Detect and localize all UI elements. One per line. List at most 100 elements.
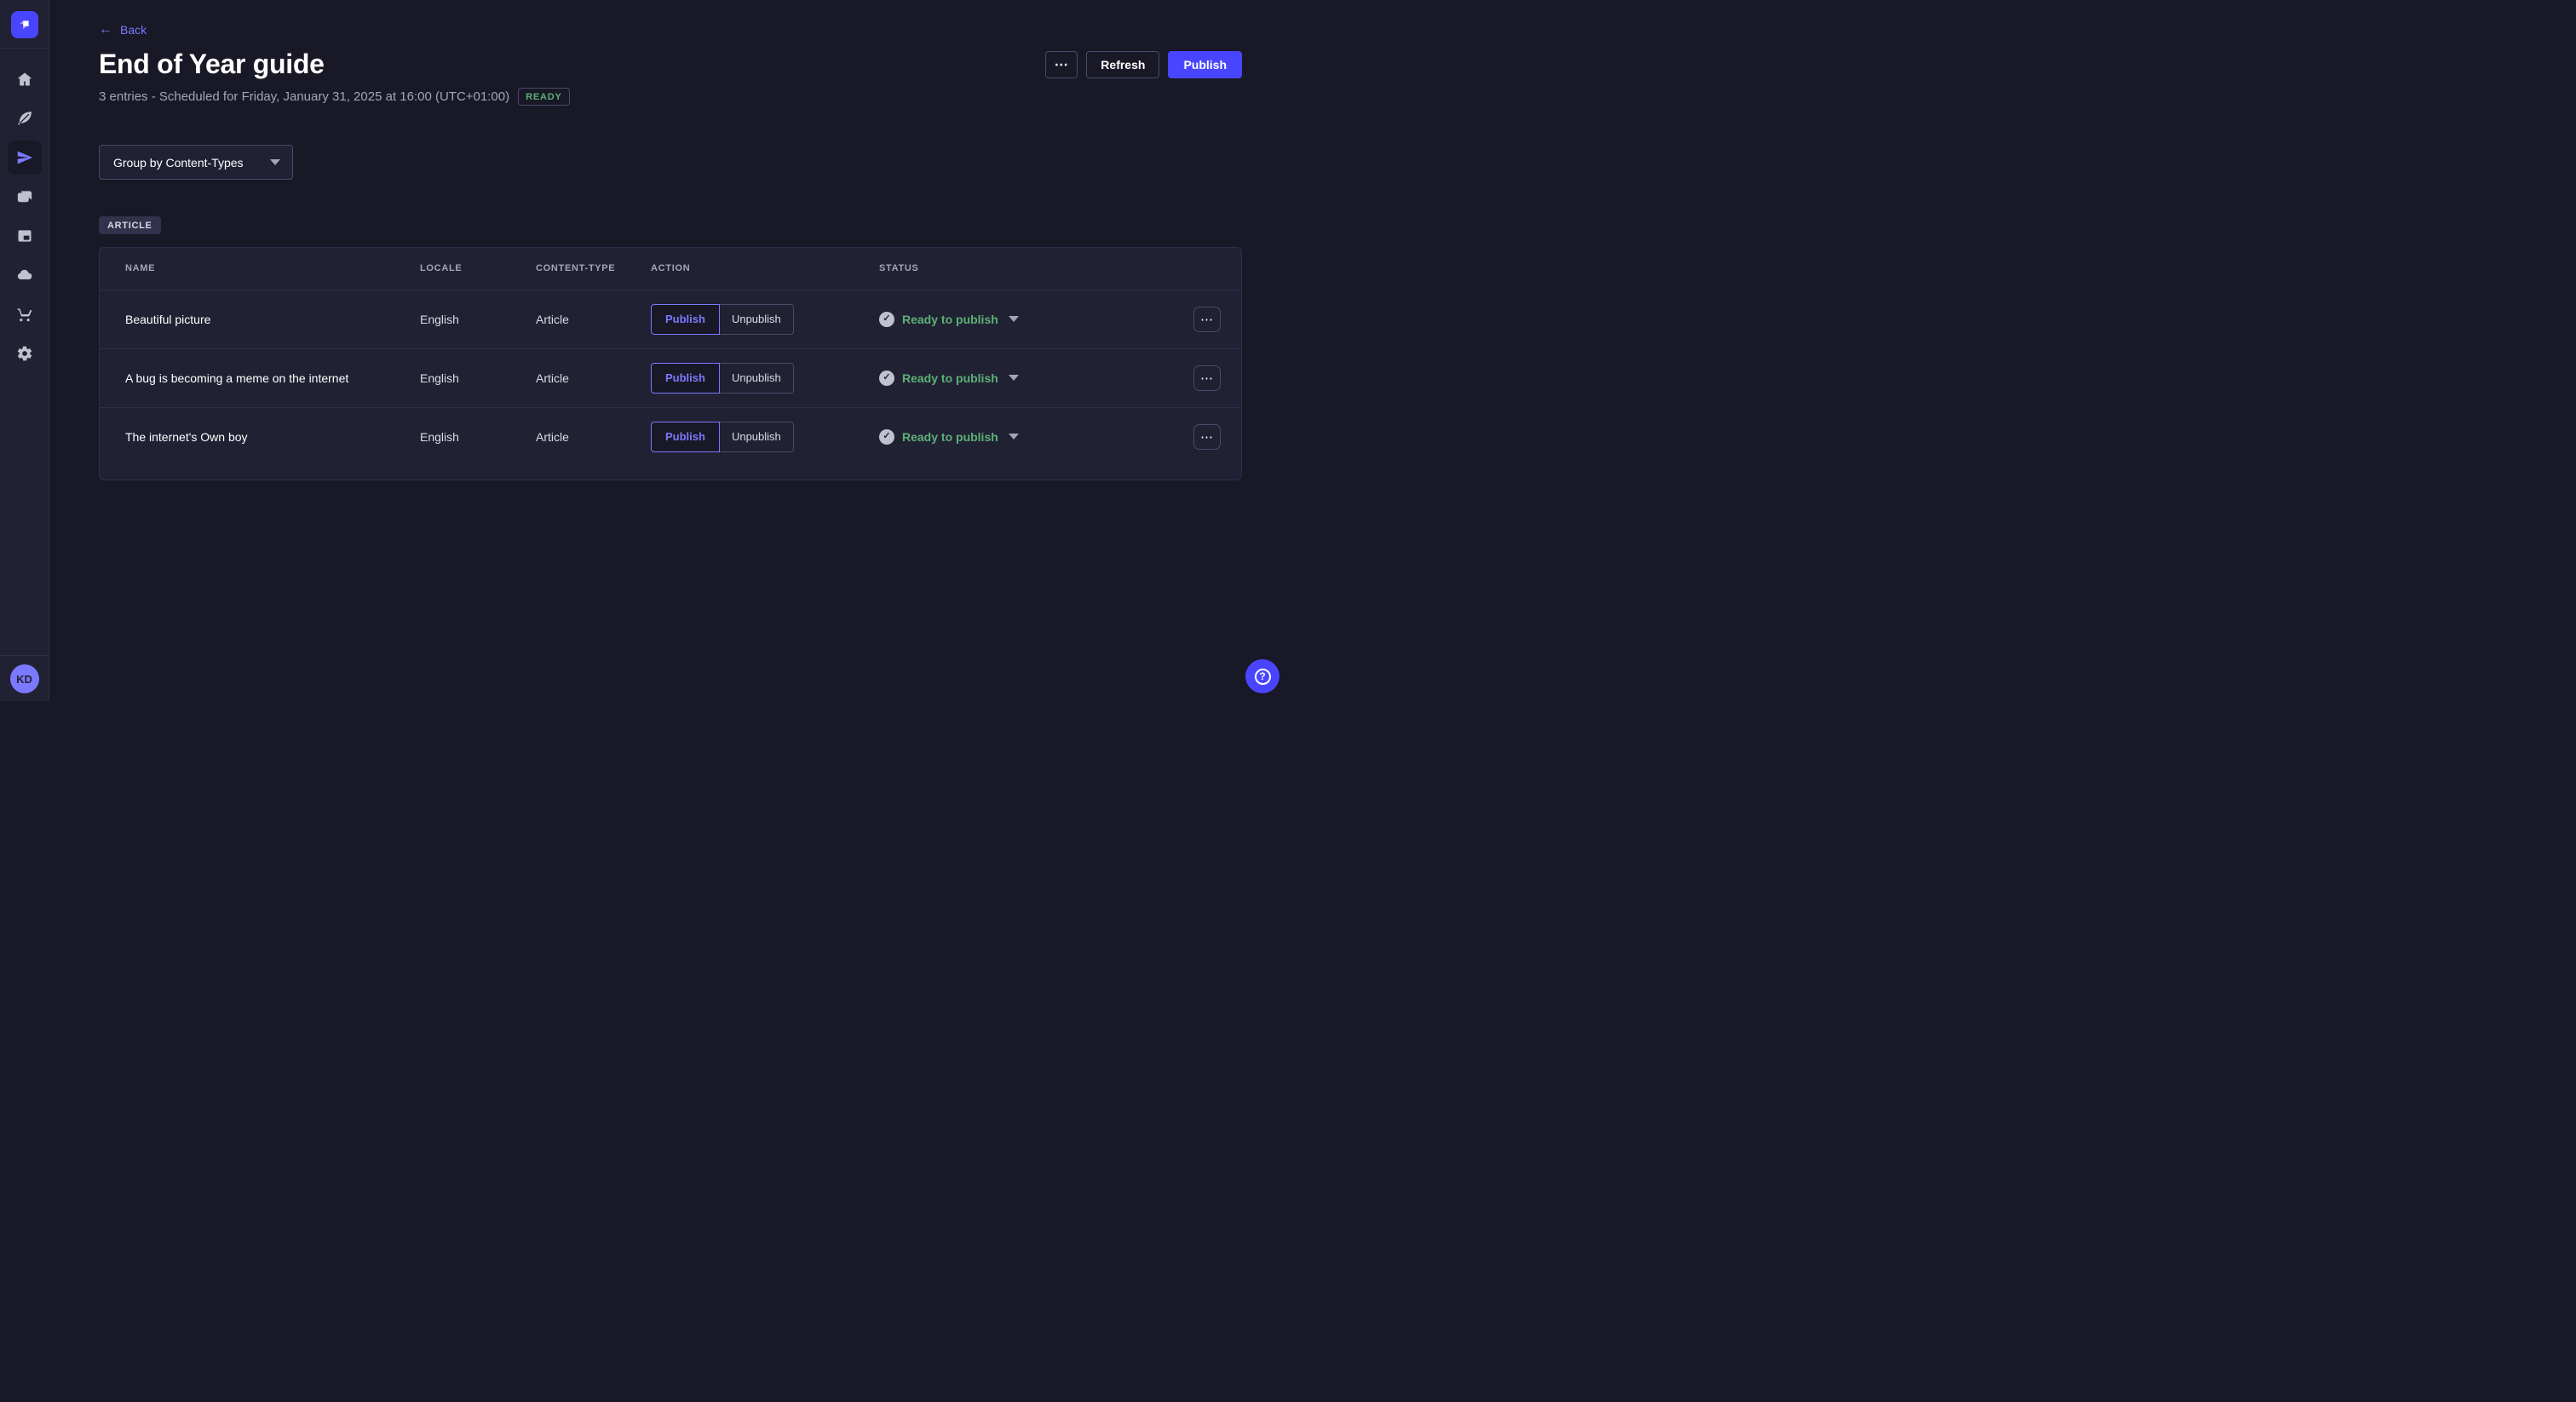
table-header-row: NAME LOCALE CONTENT-TYPE ACTION STATUS: [100, 248, 1241, 290]
sidebar-item-marketplace[interactable]: [8, 297, 42, 331]
help-icon: ?: [1255, 669, 1271, 685]
logo-container: [0, 0, 49, 49]
entry-name: A bug is becoming a meme on the internet: [100, 348, 406, 407]
column-header-actions-spacer: [1181, 248, 1241, 290]
media-library-icon: [16, 188, 33, 205]
release-more-options-button[interactable]: ⋯: [1045, 51, 1078, 78]
back-arrow-icon: ←: [99, 23, 112, 37]
title-row: End of Year guide ⋯ Refresh Publish: [99, 49, 1242, 80]
column-header-action: ACTION: [637, 248, 865, 290]
sidebar-item-content-type-builder[interactable]: [8, 219, 42, 253]
table-row: The internet's Own boy English Article P…: [100, 407, 1241, 466]
back-link[interactable]: ← Back: [99, 23, 147, 37]
entry-status[interactable]: ✓ Ready to publish: [879, 429, 1181, 445]
check-circle-icon: ✓: [879, 312, 894, 327]
page-title: End of Year guide: [99, 49, 325, 80]
sidebar-item-settings[interactable]: [8, 336, 42, 371]
layout-icon: [16, 227, 33, 244]
group-by-select[interactable]: Group by Content-Types: [99, 145, 293, 180]
entry-more-options-button[interactable]: ⋯: [1193, 424, 1221, 450]
column-header-name: NAME: [100, 248, 406, 290]
more-horizontal-icon: ⋯: [1200, 312, 1214, 327]
entry-action-cell: Publish Unpublish: [637, 290, 865, 348]
publish-action-toggle: Publish Unpublish: [651, 304, 794, 335]
publish-action-toggle: Publish Unpublish: [651, 422, 794, 452]
entry-name: Beautiful picture: [100, 290, 406, 348]
table-row: Beautiful picture English Article Publis…: [100, 290, 1241, 348]
entry-locale: English: [406, 407, 522, 466]
chevron-down-icon: [1009, 434, 1019, 440]
sidebar-item-home[interactable]: [8, 62, 42, 96]
ready-status-badge: READY: [518, 88, 570, 106]
entry-more-cell: ⋯: [1181, 407, 1241, 466]
entry-locale: English: [406, 348, 522, 407]
publish-release-button[interactable]: Publish: [1168, 51, 1242, 78]
subtitle-row: 3 entries - Scheduled for Friday, Januar…: [99, 88, 1242, 106]
sidebar-item-media-library[interactable]: [8, 180, 42, 214]
header-actions: ⋯ Refresh Publish: [1045, 51, 1242, 78]
entry-status[interactable]: ✓ Ready to publish: [879, 371, 1181, 386]
content-type-group-badge: ARTICLE: [99, 216, 161, 234]
strapi-logo-icon: [15, 15, 34, 34]
more-horizontal-icon: ⋯: [1200, 429, 1214, 445]
chevron-down-icon: [1009, 375, 1019, 381]
sidebar-item-content-manager[interactable]: [8, 101, 42, 135]
status-label: Ready to publish: [902, 313, 998, 326]
user-avatar[interactable]: KD: [10, 664, 39, 693]
sidebar-item-releases[interactable]: [8, 141, 42, 175]
chevron-down-icon: [270, 159, 280, 165]
check-circle-icon: ✓: [879, 371, 894, 386]
home-icon: [16, 71, 33, 88]
release-schedule-subtitle: 3 entries - Scheduled for Friday, Januar…: [99, 89, 509, 104]
more-horizontal-icon: ⋯: [1200, 371, 1214, 386]
column-header-status: STATUS: [865, 248, 1181, 290]
unpublish-option[interactable]: Unpublish: [720, 422, 794, 452]
entry-content-type: Article: [522, 407, 637, 466]
strapi-logo[interactable]: [11, 11, 38, 38]
entry-content-type: Article: [522, 348, 637, 407]
publish-option[interactable]: Publish: [651, 363, 720, 394]
publish-option[interactable]: Publish: [651, 422, 720, 452]
more-horizontal-icon: ⋯: [1055, 56, 1069, 73]
entry-action-cell: Publish Unpublish: [637, 348, 865, 407]
feather-icon: [16, 110, 33, 127]
sidebar-item-deploy[interactable]: [8, 258, 42, 292]
sidebar-nav: [8, 62, 42, 371]
entry-more-cell: ⋯: [1181, 348, 1241, 407]
help-button[interactable]: ?: [1245, 659, 1279, 693]
entry-locale: English: [406, 290, 522, 348]
entry-status-cell: ✓ Ready to publish: [865, 290, 1181, 348]
sidebar: KD: [0, 0, 49, 701]
back-label: Back: [120, 23, 147, 37]
gear-icon: [16, 345, 33, 362]
entry-action-cell: Publish Unpublish: [637, 407, 865, 466]
cloud-icon: [16, 267, 33, 284]
column-header-content-type: CONTENT-TYPE: [522, 248, 637, 290]
column-header-locale: LOCALE: [406, 248, 522, 290]
entry-content-type: Article: [522, 290, 637, 348]
entry-more-options-button[interactable]: ⋯: [1193, 365, 1221, 391]
main-content: ← Back End of Year guide ⋯ Refresh Publi…: [49, 0, 1288, 701]
entry-status[interactable]: ✓ Ready to publish: [879, 312, 1181, 327]
sidebar-footer: KD: [0, 655, 49, 701]
status-label: Ready to publish: [902, 371, 998, 385]
table-row: A bug is becoming a meme on the internet…: [100, 348, 1241, 407]
entry-status-cell: ✓ Ready to publish: [865, 407, 1181, 466]
cart-icon: [16, 306, 33, 323]
entry-name: The internet's Own boy: [100, 407, 406, 466]
publish-option[interactable]: Publish: [651, 304, 720, 335]
paper-plane-icon: [16, 149, 33, 166]
entries-table-card: NAME LOCALE CONTENT-TYPE ACTION STATUS B…: [99, 247, 1242, 480]
entries-table: NAME LOCALE CONTENT-TYPE ACTION STATUS B…: [100, 248, 1241, 466]
chevron-down-icon: [1009, 316, 1019, 322]
status-label: Ready to publish: [902, 430, 998, 444]
entry-more-cell: ⋯: [1181, 290, 1241, 348]
refresh-button[interactable]: Refresh: [1086, 51, 1159, 78]
check-circle-icon: ✓: [879, 429, 894, 445]
app-window: KD ← Back End of Year guide ⋯ Refresh Pu…: [0, 0, 1288, 701]
publish-action-toggle: Publish Unpublish: [651, 363, 794, 394]
entry-more-options-button[interactable]: ⋯: [1193, 307, 1221, 332]
unpublish-option[interactable]: Unpublish: [720, 304, 794, 335]
group-by-value: Group by Content-Types: [113, 156, 244, 170]
unpublish-option[interactable]: Unpublish: [720, 363, 794, 394]
